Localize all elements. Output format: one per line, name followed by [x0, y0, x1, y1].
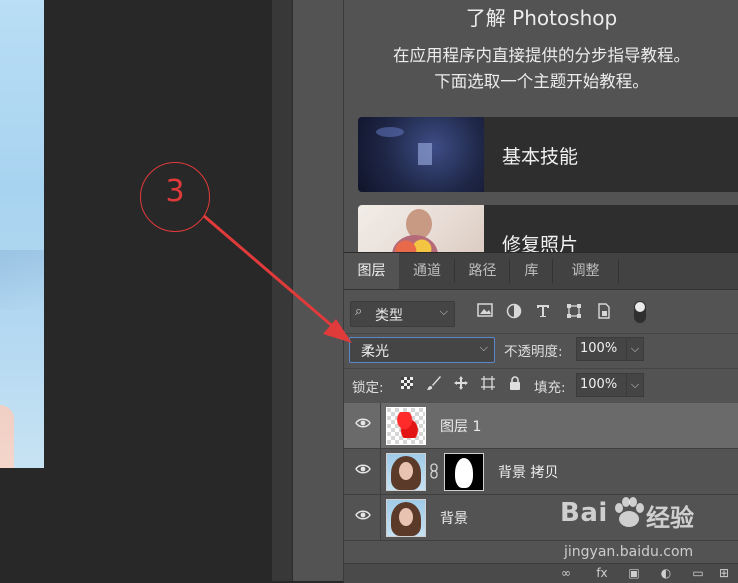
- toggle-knob: [635, 302, 645, 312]
- thumbnail-light: [376, 127, 404, 137]
- row-divider: [344, 368, 738, 369]
- fill-slider-toggle[interactable]: ⌵: [626, 373, 644, 397]
- chevron-down-icon: ⌵: [479, 341, 488, 354]
- type-filter-icon[interactable]: [534, 303, 552, 321]
- panel-column-gap: [292, 0, 344, 581]
- thumbnail-window: [418, 143, 432, 165]
- tab-divider: [509, 259, 510, 283]
- image-hair-streak: [0, 250, 44, 310]
- tab-library[interactable]: 库: [510, 253, 553, 289]
- lock-label: 锁定:: [352, 380, 384, 396]
- lock-all-icon[interactable]: [507, 375, 523, 391]
- tab-paths[interactable]: 路径: [455, 253, 510, 289]
- tutorial-card-label: 基本技能: [502, 146, 579, 168]
- column-divider: [380, 495, 381, 540]
- panel-dock-strip: [272, 0, 292, 581]
- fill-input[interactable]: 100%: [576, 373, 629, 397]
- panel-tab-bar: 图层 通道 路径 库 调整: [344, 253, 738, 290]
- document-canvas-area[interactable]: [0, 0, 272, 581]
- tutorial-card-basic-skills[interactable]: 基本技能: [358, 117, 738, 192]
- layer-name[interactable]: 背景 拷贝: [498, 462, 558, 482]
- tab-channels[interactable]: 通道: [399, 253, 455, 289]
- blend-mode-select[interactable]: 柔光 ⌵: [349, 337, 495, 363]
- tutorial-card-repair-photo[interactable]: 修复照片: [358, 205, 738, 252]
- layer-row[interactable]: 图层 1: [344, 403, 738, 449]
- learn-panel-title: 了解 Photoshop: [465, 6, 618, 30]
- layer-row[interactable]: 背景 拷贝: [344, 449, 738, 495]
- thumbnail-flowers: [392, 235, 438, 252]
- chain-link-icon[interactable]: [429, 463, 439, 479]
- layer-filter-kind-select[interactable]: ⌕ 类型 ⌵: [350, 301, 455, 327]
- filter-kind-value: 类型: [375, 308, 403, 324]
- column-divider: [380, 403, 381, 448]
- layer-thumbnail: [386, 407, 426, 445]
- layer-thumbnail: [386, 499, 426, 537]
- opacity-label: 不透明度:: [504, 344, 563, 360]
- layer-thumbnail: [386, 453, 426, 491]
- smart-object-filter-icon[interactable]: [595, 303, 613, 321]
- tab-divider: [454, 259, 455, 283]
- tutorial-card-label: 修复照片: [502, 234, 579, 252]
- row-divider: [344, 333, 738, 334]
- lock-transparent-pixels-icon[interactable]: [399, 375, 415, 391]
- opacity-slider-toggle[interactable]: ⌵: [626, 337, 644, 361]
- eye-icon[interactable]: [354, 509, 372, 525]
- chevron-down-icon: ⌵: [630, 342, 640, 355]
- tutorial-thumbnail-repair-photo: [358, 205, 484, 252]
- shape-filter-icon[interactable]: [565, 303, 583, 321]
- eye-icon[interactable]: [354, 463, 372, 479]
- lock-image-pixels-icon[interactable]: [426, 375, 442, 391]
- tutorial-thumbnail-basic-skills: [358, 117, 484, 192]
- image-skin-edge: [0, 405, 14, 468]
- filter-toggle-switch[interactable]: [634, 301, 646, 323]
- tab-adjustments[interactable]: 调整: [553, 253, 618, 289]
- tab-divider: [618, 259, 619, 283]
- chevron-down-icon: ⌵: [630, 378, 640, 391]
- document-image[interactable]: [0, 0, 44, 468]
- opacity-input[interactable]: 100%: [576, 337, 629, 361]
- learn-panel-description-line2: 下面选取一个主题开始教程。: [434, 72, 649, 91]
- learn-panel: 了解 Photoshop 在应用程序内直接提供的分步指导教程。 下面选取一个主题…: [343, 0, 738, 252]
- lock-position-icon[interactable]: [453, 375, 469, 391]
- column-divider: [380, 449, 381, 494]
- blend-mode-value: 柔光: [361, 344, 389, 360]
- step-annotation-number: 3: [165, 174, 185, 209]
- learn-panel-description-line1: 在应用程序内直接提供的分步指导教程。: [393, 46, 690, 65]
- fill-label: 填充:: [534, 380, 566, 396]
- watermark-url: jingyan.baidu.com: [564, 544, 694, 560]
- lock-artboard-icon[interactable]: [480, 375, 496, 391]
- baidu-jingyan-watermark: Bai 经验 jingyan.baidu.com: [560, 494, 738, 574]
- tab-layers[interactable]: 图层: [344, 253, 399, 289]
- adjustment-filter-icon[interactable]: [505, 303, 523, 321]
- watermark-jingyan-text: 经验: [646, 504, 694, 532]
- image-filter-icon[interactable]: [476, 303, 494, 321]
- layer-mask-thumbnail[interactable]: [444, 453, 484, 491]
- layer-name[interactable]: 背景: [440, 508, 468, 528]
- paw-logo-icon: [615, 497, 644, 527]
- layer-name[interactable]: 图层 1: [440, 416, 481, 436]
- eye-icon[interactable]: [354, 417, 372, 433]
- watermark-logo-text: Bai: [560, 498, 608, 528]
- chevron-down-icon: ⌵: [439, 305, 448, 318]
- search-icon: ⌕: [355, 304, 363, 319]
- tab-divider: [552, 259, 553, 283]
